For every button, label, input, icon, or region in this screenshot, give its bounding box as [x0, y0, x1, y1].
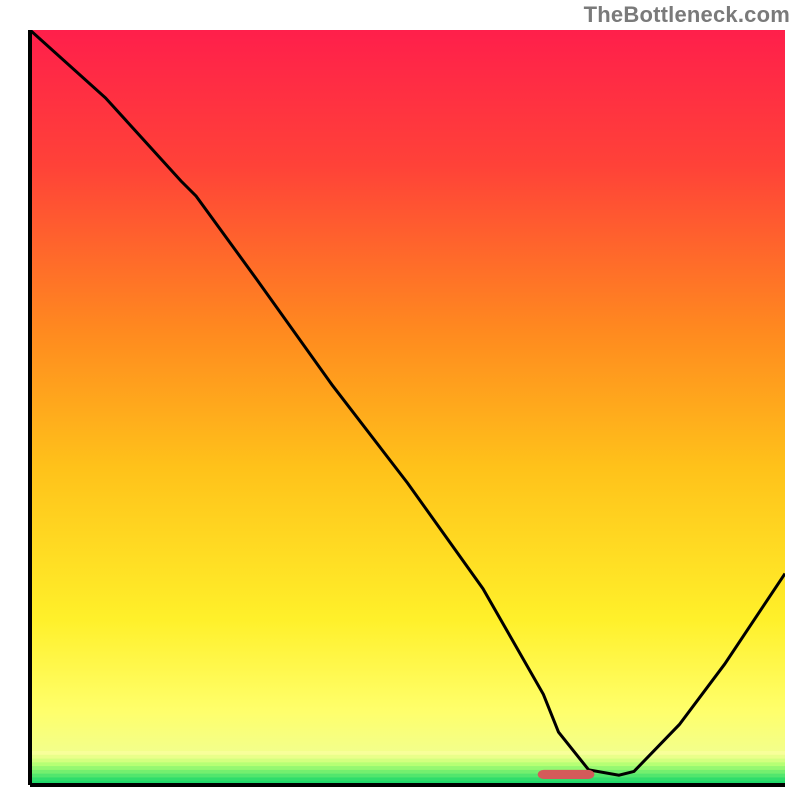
plot-area	[30, 30, 785, 786]
chart-svg	[0, 0, 800, 800]
sweet-spot-marker	[538, 770, 595, 779]
chart-container: TheBottleneck.com	[0, 0, 800, 800]
gradient-background	[30, 30, 785, 785]
green-strip	[30, 751, 785, 785]
